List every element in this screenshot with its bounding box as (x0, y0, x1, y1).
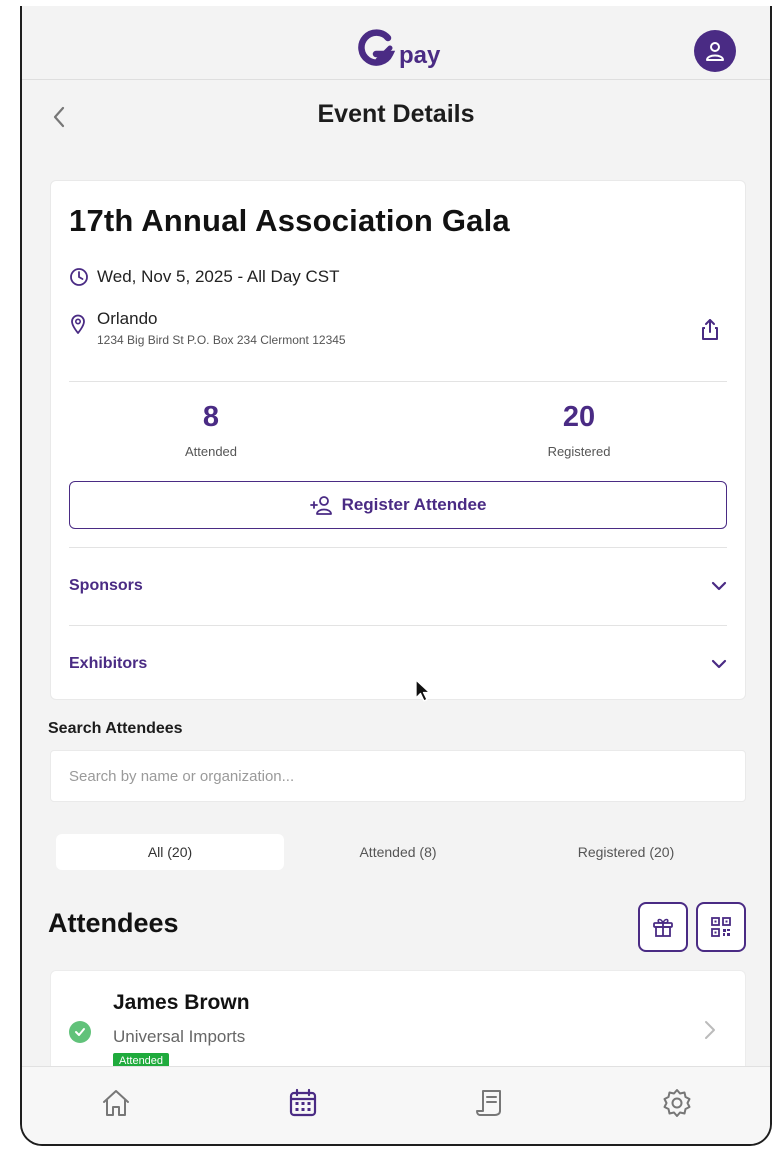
event-date: Wed, Nov 5, 2025 - All Day CST (97, 267, 340, 286)
registered-label: Registered (547, 444, 611, 459)
registered-count: 20 (562, 401, 596, 433)
event-date-row: Wed, Nov 5, 2025 - All Day CST (69, 267, 340, 287)
attended-count: 8 (202, 401, 220, 433)
map-pin-icon (71, 314, 85, 334)
qr-scan-button[interactable] (696, 902, 746, 952)
event-location-row: Orlando 1234 Big Bird St P.O. Box 234 Cl… (69, 309, 346, 347)
calendar-icon (289, 1088, 316, 1116)
event-title: 17th Annual Association Gala (69, 203, 510, 238)
nav-receipts[interactable] (460, 1078, 520, 1128)
attendee-filter-tabs: All (20) Attended (8) Registered (20) (56, 834, 740, 870)
tab-attended[interactable]: Attended (8) (284, 834, 512, 870)
chevron-down-icon (711, 659, 727, 669)
event-location-city: Orlando (97, 309, 158, 328)
attended-label: Attended (184, 444, 238, 459)
search-attendees-label: Search Attendees (48, 720, 183, 737)
logo-text: pay (399, 42, 441, 69)
home-icon (102, 1089, 129, 1116)
tab-registered[interactable]: Registered (20) (512, 834, 740, 870)
top-bar: pay (22, 6, 770, 80)
attended-stat: 8 Attended (111, 401, 311, 459)
exhibitors-accordion[interactable]: Exhibitors (69, 625, 727, 703)
register-attendee-button[interactable]: Register Attendee (69, 481, 727, 529)
attendee-organization: Universal Imports (113, 1027, 246, 1046)
page-title: Event Details (317, 100, 475, 128)
qr-code-icon (711, 917, 731, 937)
gpay-logo[interactable]: pay (352, 26, 440, 72)
share-icon[interactable] (697, 317, 723, 343)
registered-stat: 20 Registered (479, 401, 679, 459)
profile-button[interactable] (694, 30, 736, 72)
check-circle-icon (69, 1021, 91, 1043)
user-plus-icon (309, 496, 332, 515)
sponsors-accordion[interactable]: Sponsors (69, 547, 727, 625)
chevron-right-icon (705, 1021, 715, 1039)
tab-all[interactable]: All (20) (56, 834, 284, 870)
nav-settings[interactable] (647, 1078, 707, 1128)
nav-home[interactable] (86, 1078, 146, 1128)
receipt-icon (475, 1089, 501, 1116)
mouse-cursor-icon (415, 679, 431, 702)
event-location-address: 1234 Big Bird St P.O. Box 234 Clermont 1… (97, 333, 346, 347)
attendee-name: James Brown (113, 991, 250, 1014)
nav-events[interactable] (273, 1078, 333, 1128)
chevron-down-icon (711, 581, 727, 591)
g-logo-icon (358, 29, 396, 66)
exhibitors-label: Exhibitors (69, 655, 148, 672)
search-input[interactable] (50, 750, 746, 802)
clock-icon (70, 268, 88, 286)
bottom-nav (22, 1066, 770, 1144)
user-icon (706, 42, 724, 61)
event-card: 17th Annual Association Gala Wed, Nov 5,… (50, 180, 746, 700)
divider (69, 381, 727, 382)
sponsors-label: Sponsors (69, 577, 143, 594)
gear-icon (663, 1088, 690, 1117)
gift-button[interactable] (638, 902, 688, 952)
attendees-title: Attendees (48, 908, 179, 938)
app-frame: pay Event Details 17th Annual Associatio… (20, 6, 772, 1146)
gift-icon (653, 918, 673, 937)
register-attendee-label: Register Attendee (341, 495, 487, 514)
